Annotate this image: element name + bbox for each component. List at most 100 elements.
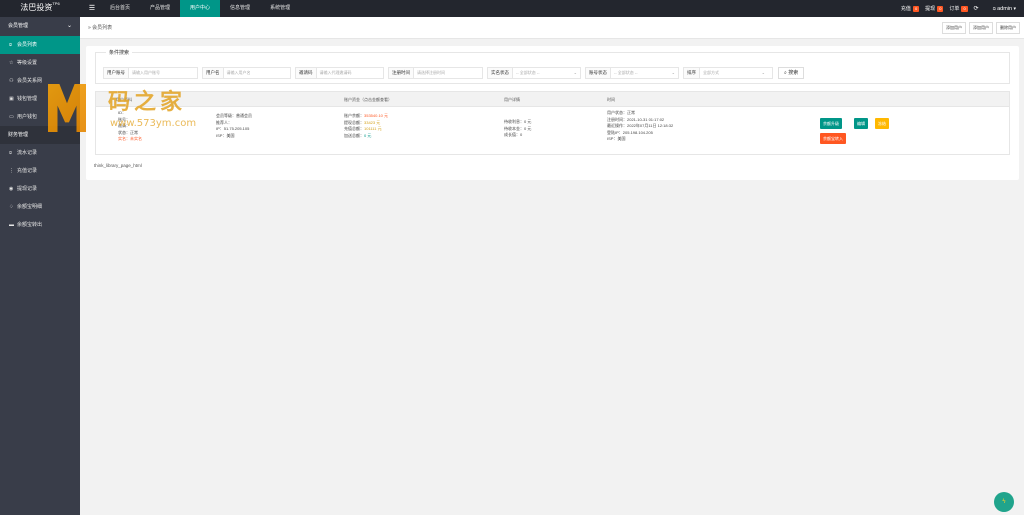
- invite-label: 邀请码: [296, 68, 317, 78]
- chevron-down-icon: ▾: [1013, 5, 1016, 12]
- sidebar-item-withdraw-records[interactable]: ◉ 提现记录: [0, 180, 80, 198]
- search-button[interactable]: ⌕ 搜索: [778, 67, 805, 79]
- growth-value: 成长值：0: [504, 132, 523, 137]
- diamond-icon: ♢: [9, 204, 14, 210]
- member-table: 用户资料 账户资金（点击金额查看） 用户详情 时间 ID： 账号： 邀请： 状态…: [95, 91, 1010, 201]
- main-panel: 条件搜索 用户账号 请输入用户账号 用户名 请输入用户名 邀请码 请输入代理邀请…: [86, 46, 1019, 180]
- user-profile-cell: 会员等级：普通会员 推荐人： IP：51.75.205.105 ISP：美国: [216, 113, 252, 139]
- search-icon: ⌕: [784, 70, 787, 76]
- login-isp: ISP：美国: [607, 136, 626, 141]
- tab-actions: 添加用户 添加用户 删除用户: [942, 22, 1020, 34]
- pagination: think_library_page_html: [94, 163, 142, 168]
- recharge-badge: 0: [912, 6, 920, 12]
- chevron-down-icon: ⌄: [671, 70, 675, 75]
- sidebar-item-yuebao-detail[interactable]: ♢ 余额宝明细: [0, 198, 80, 216]
- nav-system[interactable]: 系统管理: [260, 0, 300, 17]
- sidebar-item-yuebao-out[interactable]: ▬ 余额宝转出: [0, 216, 80, 234]
- th-user-details: 用户详情: [504, 97, 520, 102]
- th-account-funds[interactable]: 账户资金（点击金额查看）: [344, 92, 392, 108]
- nav-info[interactable]: 信息管理: [220, 0, 260, 17]
- chevron-down-icon: ⌄: [66, 23, 72, 29]
- invite-filter: 邀请码 请输入代理邀请码: [295, 67, 384, 79]
- sort-filter: 排序 全部方式 ⌄: [683, 67, 773, 79]
- invite-input[interactable]: 请输入代理邀请码: [317, 68, 355, 78]
- time-cell: 用户状态：正常 注册时间：2021-10-31 01:17:02 最近操作：20…: [607, 110, 673, 143]
- user-icon: ⍝: [9, 150, 13, 156]
- add-user-button-2[interactable]: 添加用户: [969, 22, 993, 34]
- nav-home[interactable]: 后台首页: [100, 0, 140, 17]
- yuebao-in-button[interactable]: 余额宝转入: [820, 133, 846, 144]
- regtime-filter: 注册时间 请选择注册时间: [388, 67, 483, 79]
- add-user-button[interactable]: 添加用户: [942, 22, 966, 34]
- nav-products[interactable]: 产品管理: [140, 0, 180, 17]
- app-logo[interactable]: 法巴投资TP6: [0, 0, 80, 17]
- details-cell: 待收利息：0 元 待收本金：0 元 成长值：0: [504, 119, 531, 139]
- filter-row: 用户账号 请输入用户账号 用户名 请输入用户名 邀请码 请输入代理邀请码 注册时…: [103, 67, 805, 79]
- realname-filter: 实名状态 -- 全部状态 -- ⌄: [487, 67, 581, 79]
- top-nav: 后台首页 产品管理 用户中心 信息管理 系统管理: [100, 0, 300, 17]
- tab-bar: » 会员列表 添加用户 添加用户 删除用户: [80, 17, 1024, 39]
- search-legend: 条件搜索: [106, 49, 133, 56]
- realname-select[interactable]: -- 全部状态 -- ⌄: [513, 68, 580, 78]
- user-isp: ISP：美国: [216, 132, 235, 138]
- delete-user-button[interactable]: 删除用户: [996, 22, 1020, 34]
- th-time: 时间: [607, 97, 615, 102]
- sidebar-item-level-settings[interactable]: ☆ 等级设置: [0, 54, 80, 72]
- sidebar-item-member-list[interactable]: ⍝ 会员列表: [0, 36, 80, 54]
- sidebar-section-member[interactable]: 会员管理 ⌄: [0, 17, 80, 36]
- refresh-icon[interactable]: ⟳: [974, 5, 979, 12]
- balance-upgrade-button[interactable]: 余额升级: [820, 118, 842, 129]
- realname-label: 实名状态: [488, 68, 513, 78]
- list-icon: ⋮: [9, 168, 14, 174]
- lightning-icon: ϟ: [1002, 499, 1006, 505]
- recharge-link[interactable]: 充值 0: [901, 5, 920, 12]
- user-menu[interactable]: ⍝ admin ▾: [993, 6, 1016, 12]
- card-icon: ▬: [9, 222, 14, 228]
- circle-dot-icon: ◉: [9, 186, 14, 192]
- account-status-label: 账号状态: [586, 68, 611, 78]
- double-chevron-icon: »: [88, 25, 91, 31]
- edit-button[interactable]: 编辑: [854, 118, 868, 129]
- last-action-time: 最近操作：2022年07月11日 12:18:32: [607, 123, 674, 128]
- account-status-select[interactable]: -- 全部状态 -- ⌄: [611, 68, 678, 78]
- sort-select[interactable]: 全部方式 ⌄: [700, 68, 768, 78]
- group-icon: ⚇: [9, 78, 14, 84]
- username-input[interactable]: 请输入用户名: [224, 68, 254, 78]
- watermark: 码之家 www.573ym.com: [40, 80, 220, 140]
- card-icon: ▭: [9, 114, 14, 120]
- member-level: 会员等级：普通会员: [216, 113, 252, 118]
- regtime-label: 注册时间: [389, 68, 414, 78]
- star-icon: ☆: [9, 60, 14, 66]
- withdraw-badge: 0: [937, 6, 944, 12]
- user-ip: IP：51.75.205.105: [216, 126, 250, 131]
- bonus-total-line[interactable]: 加送总额：0 元: [344, 133, 388, 140]
- regtime-input[interactable]: 请选择注册时间: [414, 68, 448, 78]
- watermark-text: 码之家: [108, 89, 187, 115]
- account-input[interactable]: 请输入用户账号: [129, 68, 163, 78]
- hamburger-icon[interactable]: ☰: [86, 0, 98, 17]
- funds-cell: 账户余额：353540.10 元 提现总额：33423 元 充值总额：10111…: [344, 113, 388, 139]
- floating-help-button[interactable]: ϟ: [994, 492, 1014, 512]
- pending-interest: 待收利息：0 元: [504, 119, 532, 124]
- search-fieldset: 条件搜索 用户账号 请输入用户账号 用户名 请输入用户名 邀请码 请输入代理邀请…: [95, 49, 1010, 84]
- username-filter: 用户名 请输入用户名: [202, 67, 291, 79]
- freeze-button[interactable]: 冻结: [875, 118, 889, 129]
- watermark-logo: [48, 84, 86, 132]
- sidebar-item-flow-records[interactable]: ⍝ 流水记录: [0, 144, 80, 162]
- table-header: 用户资料 账户资金（点击金额查看） 用户详情 时间: [95, 91, 1010, 107]
- orders-link[interactable]: 订单 0: [949, 5, 968, 12]
- nav-user-center[interactable]: 用户中心: [180, 0, 221, 17]
- user-icon: ⍝: [992, 5, 996, 12]
- top-right-tools: 充值 0 提现 0 订单 0 ⟳ ⍝ admin ▾: [901, 0, 1016, 17]
- withdraw-link[interactable]: 提现 0: [925, 5, 944, 12]
- account-filter: 用户账号 请输入用户账号: [103, 67, 198, 79]
- table-row: ID： 账号： 邀请： 状态：正常 实名：未实名 会员等级：普通会员 推荐人： …: [95, 107, 1010, 155]
- sidebar-item-recharge-records[interactable]: ⋮ 充值记录: [0, 162, 80, 180]
- orders-badge: 0: [961, 6, 968, 12]
- chevron-down-icon: ⌄: [761, 70, 765, 75]
- account-status-filter: 账号状态 -- 全部状态 -- ⌄: [585, 67, 679, 79]
- account-label: 用户账号: [104, 68, 129, 78]
- user-icon: ⍝: [9, 42, 13, 48]
- sort-label: 排序: [684, 68, 700, 78]
- username-label: 用户名: [203, 68, 224, 78]
